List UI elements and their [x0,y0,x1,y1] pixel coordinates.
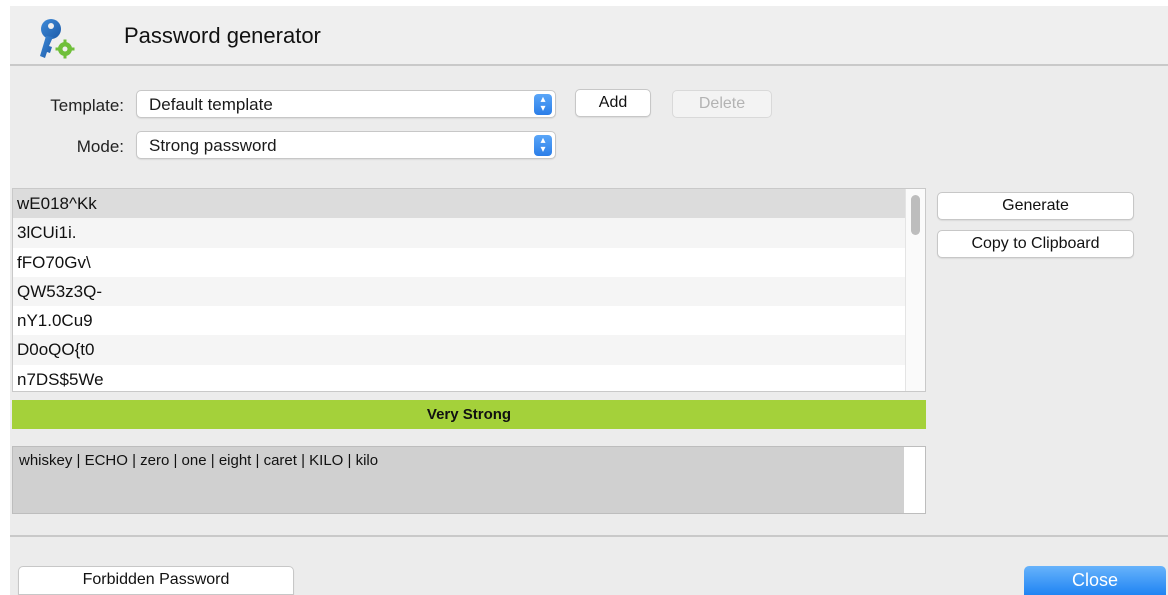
generate-button[interactable]: Generate [937,192,1134,220]
template-row: Template: Default template ▴ ▾ Add Delete [10,89,780,120]
password-list-item[interactable]: n7DS$5We [13,364,925,391]
mode-label: Mode: [76,137,124,156]
template-select[interactable]: Default template ▴ ▾ [136,90,556,118]
mode-row: Mode: Strong password ▴ ▾ [10,131,570,161]
password-list-item[interactable]: QW53z3Q- [13,276,925,307]
template-select-value: Default template [149,95,273,114]
chevron-up-down-icon: ▴ ▾ [534,135,552,156]
copy-to-clipboard-button[interactable]: Copy to Clipboard [937,230,1134,258]
password-list[interactable]: wE018^Kk 3lCUi1i. fFO70Gv\ QW53z3Q-nY1.0Cu9… [12,188,926,392]
chevron-up-down-icon: ▴ ▾ [534,94,552,115]
phonetic-scrollbar[interactable] [903,447,925,513]
close-button[interactable]: Close [1024,566,1166,595]
phonetic-spelling-text: whiskey | ECHO | zero | one | eight | ca… [19,452,379,469]
window-title: Password generator [124,23,321,48]
password-list-item[interactable]: fFO70Gv\ [13,247,925,277]
strength-indicator: Very Strong [12,400,926,429]
delete-template-button[interactable]: Delete [672,90,772,118]
password-generator-window: Password generator Template: Default tem… [10,6,1168,595]
key-gear-icon [34,16,80,60]
password-list-item[interactable]: wE018^Kk [13,189,925,219]
mode-select[interactable]: Strong password ▴ ▾ [136,131,556,159]
mode-select-value: Strong password [149,136,277,155]
password-list-item[interactable]: D0oQO{t0 [13,335,925,365]
window-header: Password generator [10,6,1168,66]
phonetic-spelling-box: whiskey | ECHO | zero | one | eight | ca… [12,446,926,514]
template-label: Template: [50,96,124,115]
list-scroll-thumb[interactable] [911,195,920,235]
add-template-button[interactable]: Add [575,89,651,117]
forbidden-password-button[interactable]: Forbidden Password [18,566,294,595]
password-list-item[interactable]: 3lCUi1i. [13,218,925,248]
list-scrollbar[interactable] [905,189,925,391]
password-list-item[interactable]: nY1.0Cu9 [13,306,925,336]
